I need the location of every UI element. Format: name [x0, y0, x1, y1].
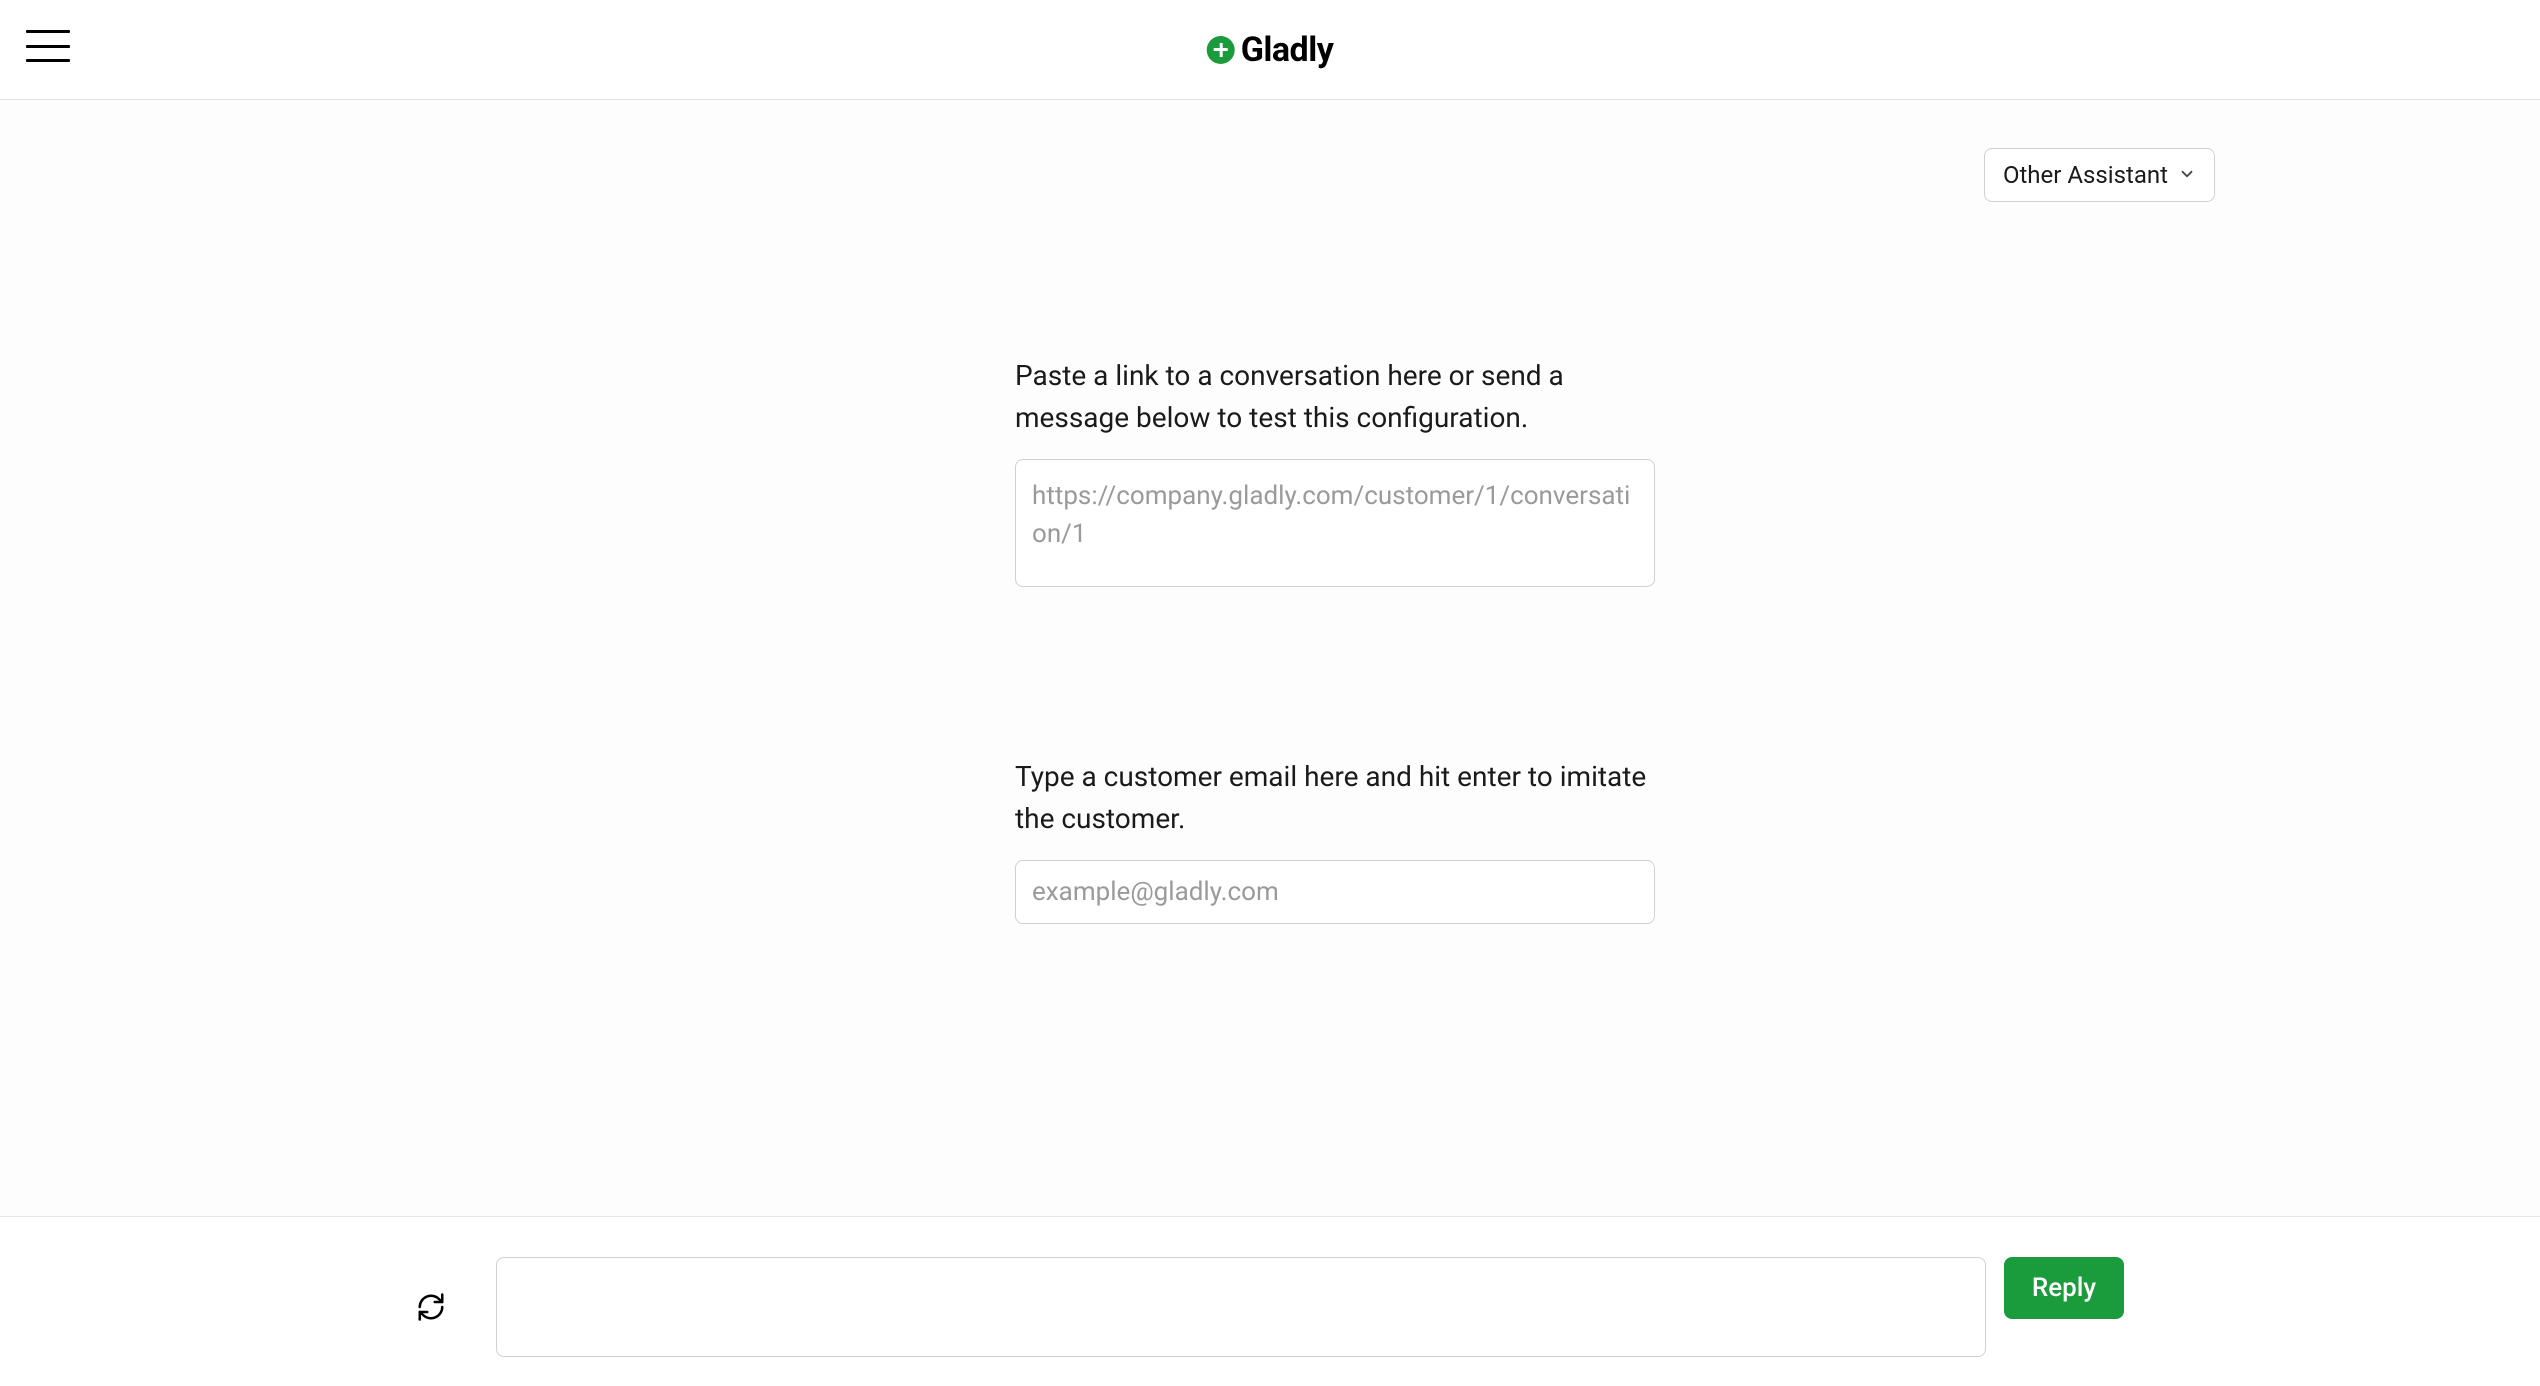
refresh-button[interactable] — [416, 1292, 446, 1322]
brand-logo: Gladly — [1207, 30, 1334, 70]
message-footer: Reply — [0, 1216, 2540, 1386]
content-area: Other Assistant Paste a link to a conver… — [0, 100, 2540, 1216]
header: Gladly — [0, 0, 2540, 100]
reply-button[interactable]: Reply — [2004, 1257, 2124, 1319]
brand-name: Gladly — [1241, 30, 1334, 70]
customer-email-label: Type a customer email here and hit enter… — [1015, 756, 1655, 840]
assistant-selector-dropdown[interactable]: Other Assistant — [1984, 148, 2215, 202]
test-config-form: Paste a link to a conversation here or s… — [1015, 355, 1655, 924]
chevron-down-icon — [2178, 161, 2196, 189]
hamburger-menu-button[interactable] — [26, 30, 70, 62]
conversation-link-input[interactable] — [1015, 459, 1655, 587]
message-input[interactable] — [496, 1257, 1986, 1357]
refresh-icon — [416, 1292, 446, 1322]
assistant-selector-label: Other Assistant — [2003, 161, 2168, 189]
conversation-link-label: Paste a link to a conversation here or s… — [1015, 355, 1655, 439]
customer-email-input[interactable] — [1015, 860, 1655, 924]
plus-circle-icon — [1207, 36, 1235, 64]
